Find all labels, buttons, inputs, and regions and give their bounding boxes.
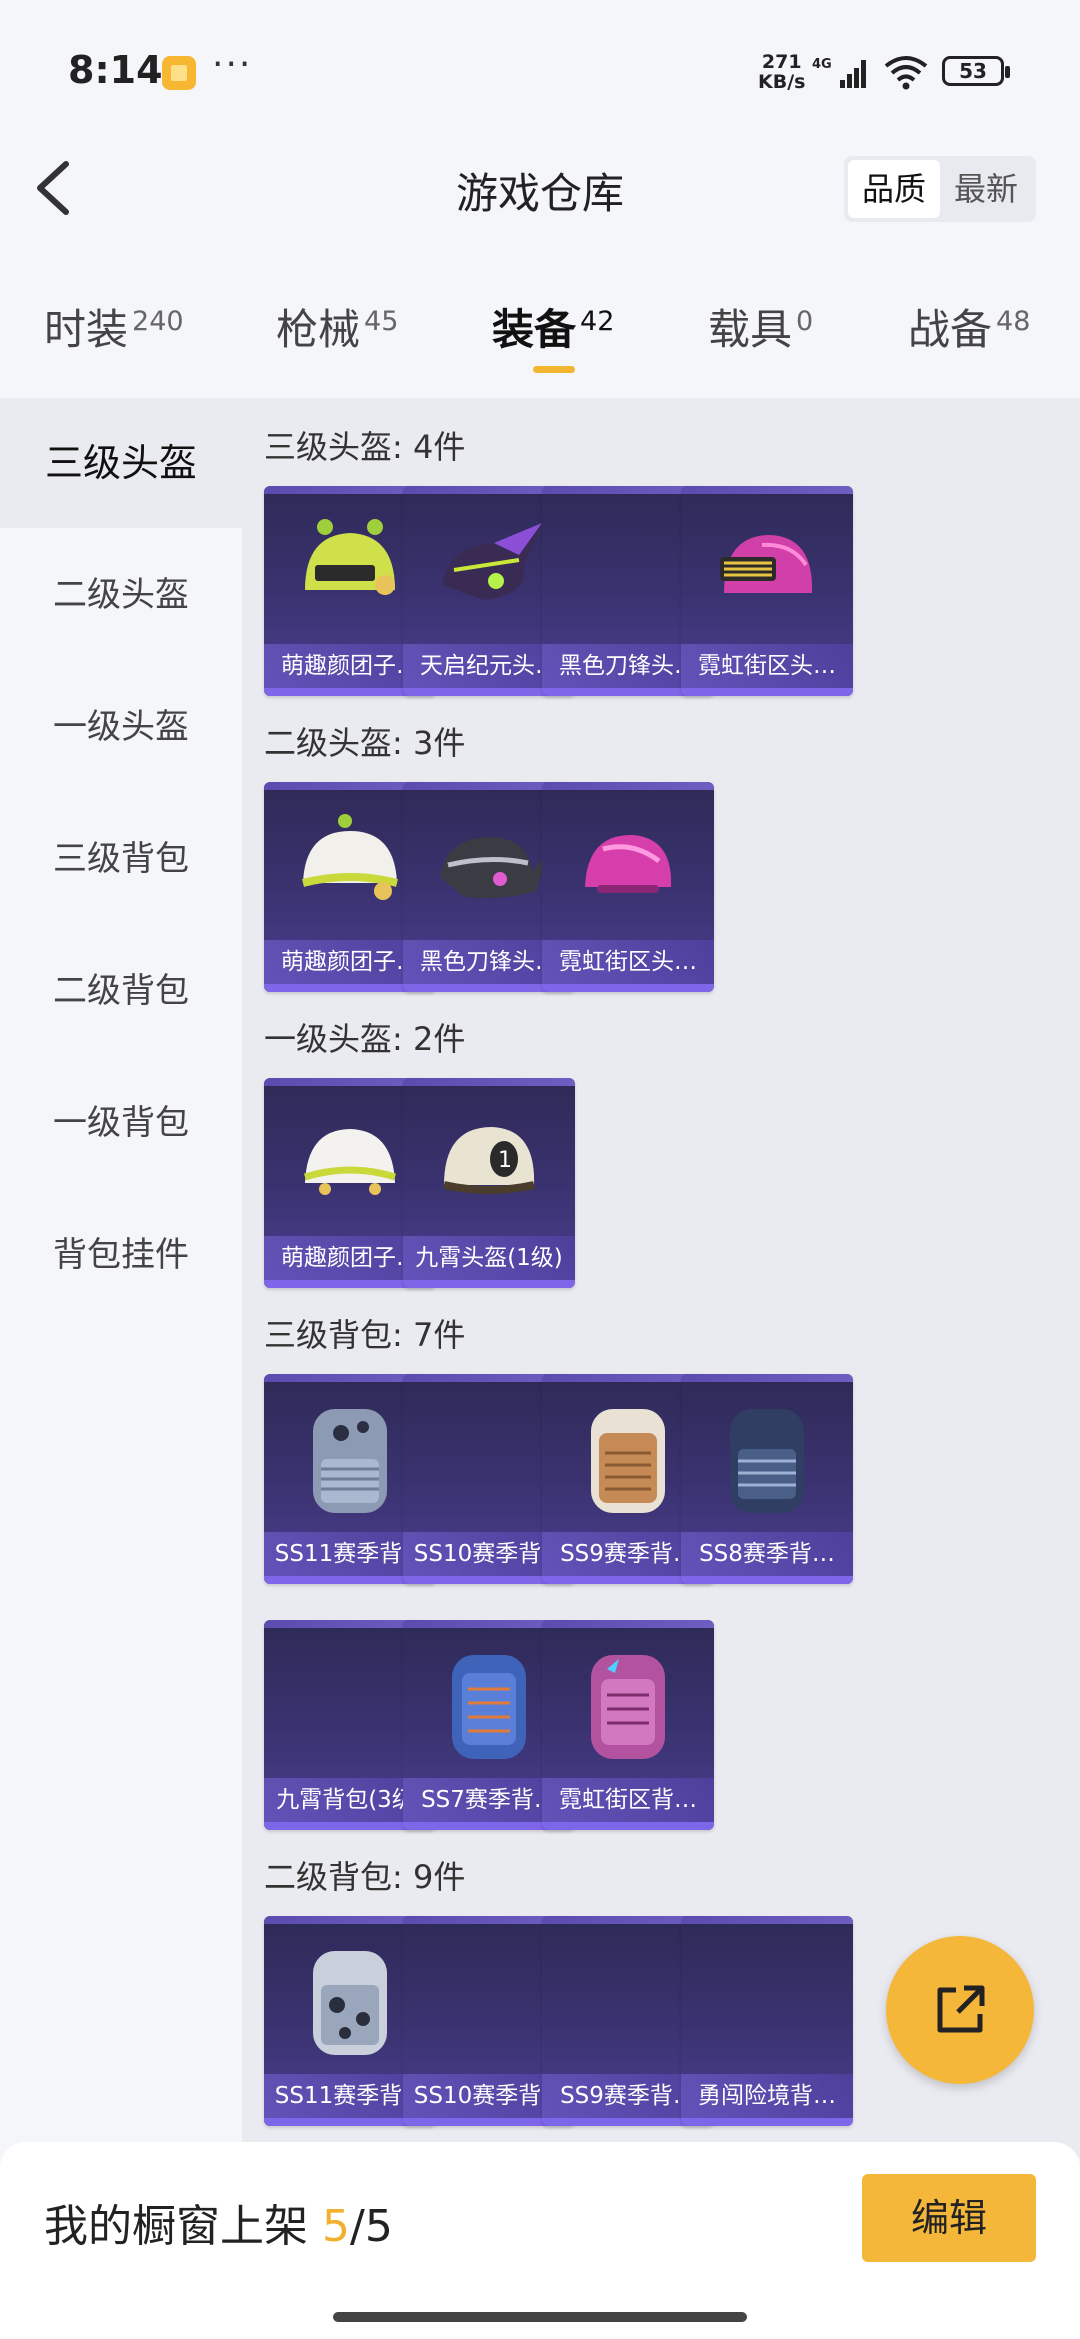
sidebar-item-level3-backpack[interactable]: 三级背包 <box>0 794 242 924</box>
showcase-label: 我的橱窗上架 <box>44 2201 308 2252</box>
wifi-icon <box>884 56 928 90</box>
tab-count: 48 <box>996 306 1031 337</box>
section-title: 一级头盔: 2件 <box>264 1020 466 1058</box>
item-image-placeholder <box>681 1926 853 2074</box>
tab-weapons[interactable]: 枪械 45 <box>276 296 398 357</box>
item-name: SS8赛季背… <box>681 1532 853 1576</box>
helmet-image <box>681 496 853 644</box>
sidebar-item-backpack-charm[interactable]: 背包挂件 <box>0 1190 242 1320</box>
section-title: 二级背包: 9件 <box>264 1858 466 1896</box>
showcase-current-count: 5 <box>322 2201 350 2252</box>
tab-label: 装备 <box>492 305 577 354</box>
item-name: 霓虹街区头… <box>681 644 853 688</box>
tab-count: 0 <box>796 306 814 337</box>
category-tabs: 时装 240 枪械 45 装备 42 载具 0 战备 48 <box>0 296 1080 376</box>
item-name: 霓虹街区头… <box>542 940 714 984</box>
section-title: 三级背包: 7件 <box>264 1316 466 1354</box>
cellular-signal-icon: 4G <box>812 57 866 88</box>
showcase-status: 我的橱窗上架 5/5 <box>44 2190 393 2254</box>
item-grid: 三级头盔: 4件 萌趣颜团子… 天启纪元头… 黑色刀锋头… 霓虹街区头… 二级头… <box>242 398 1080 2158</box>
item-card[interactable]: SS8赛季背… <box>681 1374 853 1584</box>
sidebar-item-level2-helmet[interactable]: 二级头盔 <box>0 530 242 660</box>
edit-button[interactable]: 编辑 <box>862 2174 1036 2262</box>
sidebar-item-level1-backpack[interactable]: 一级背包 <box>0 1058 242 1188</box>
showcase-separator: / <box>350 2201 365 2252</box>
item-card[interactable]: 霓虹街区头… <box>542 782 714 992</box>
item-card[interactable]: 霓虹街区背… <box>542 1620 714 1830</box>
tab-vehicles[interactable]: 载具 0 <box>708 296 813 357</box>
active-tab-indicator <box>533 366 575 373</box>
bottom-bar: 我的橱窗上架 5/5 编辑 <box>0 2142 1080 2339</box>
status-bar: 8:14 ··· 271 KB/s 4G 53 <box>0 0 1080 140</box>
helmet-image: 1 <box>403 1088 575 1236</box>
battery-indicator: 53 <box>942 56 1010 86</box>
tab-supplies[interactable]: 战备 48 <box>908 296 1030 357</box>
tab-label: 载具 <box>708 305 793 354</box>
tab-count: 240 <box>132 306 184 337</box>
item-name: 勇闯险境背… <box>681 2074 853 2118</box>
notes-app-icon <box>162 56 196 90</box>
item-card[interactable]: 勇闯险境背… <box>681 1916 853 2126</box>
showcase-total-count: 5 <box>364 2201 393 2252</box>
sort-toggle: 品质 最新 <box>844 156 1036 222</box>
tab-label: 时装 <box>44 305 129 354</box>
network-speed-value: 271 <box>761 51 802 73</box>
network-speed-unit: KB/s <box>758 71 806 93</box>
tab-count: 45 <box>364 306 399 337</box>
tab-label: 枪械 <box>276 305 361 354</box>
more-notifications-icon: ··· <box>212 44 253 85</box>
svg-text:1: 1 <box>498 1148 512 1173</box>
item-card[interactable]: 霓虹街区头… <box>681 486 853 696</box>
tab-count: 42 <box>580 306 615 337</box>
item-card[interactable]: 1 九霄头盔(1级) <box>403 1078 575 1288</box>
home-indicator[interactable] <box>333 2312 747 2322</box>
item-name: 霓虹街区背… <box>542 1778 714 1822</box>
sidebar: 三级头盔 二级头盔 一级头盔 三级背包 二级背包 一级背包 背包挂件 <box>0 398 242 2158</box>
sidebar-item-level3-helmet[interactable]: 三级头盔 <box>0 398 242 528</box>
backpack-image <box>681 1384 853 1532</box>
item-name: 九霄头盔(1级) <box>403 1236 575 1280</box>
sort-by-newest-button[interactable]: 最新 <box>940 160 1032 218</box>
network-type-label: 4G <box>812 57 832 72</box>
backpack-image <box>542 1630 714 1778</box>
network-speed: 271 KB/s <box>758 52 805 92</box>
tab-label: 战备 <box>908 305 993 354</box>
status-time: 8:14 <box>68 48 163 92</box>
sort-by-quality-button[interactable]: 品质 <box>848 160 940 218</box>
tab-equipment[interactable]: 装备 42 <box>492 296 614 357</box>
helmet-image <box>542 792 714 940</box>
share-button[interactable] <box>886 1936 1034 2084</box>
section-title: 三级头盔: 4件 <box>264 428 466 466</box>
sidebar-item-level1-helmet[interactable]: 一级头盔 <box>0 662 242 792</box>
share-external-icon <box>937 1985 985 2033</box>
sidebar-item-level2-backpack[interactable]: 二级背包 <box>0 926 242 1056</box>
tab-fashion[interactable]: 时装 240 <box>44 296 184 357</box>
section-title: 二级头盔: 3件 <box>264 724 466 762</box>
